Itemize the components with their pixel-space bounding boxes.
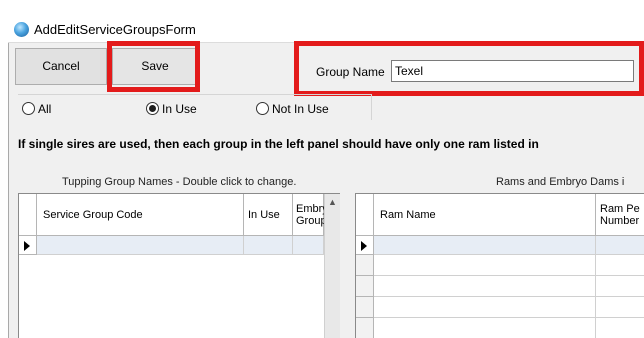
table-row[interactable] — [356, 318, 644, 338]
scroll-up-icon[interactable]: ▲ — [328, 198, 337, 207]
group-name-highlight-box — [294, 41, 644, 96]
radio-not-in-use-circle[interactable] — [256, 102, 269, 115]
radio-not-in-use[interactable]: Not In Use — [256, 102, 329, 117]
new-row-code-cell[interactable] — [37, 236, 244, 255]
info-text: If single sires are used, then each grou… — [18, 137, 539, 151]
current-row-arrow-icon — [361, 241, 367, 251]
grid-corner-header — [356, 194, 374, 236]
radio-not-in-use-label: Not In Use — [272, 102, 329, 116]
table-row[interactable] — [356, 276, 644, 297]
row-header-current[interactable] — [356, 236, 374, 255]
row-header[interactable] — [356, 255, 374, 276]
rams-and-dams-grid[interactable]: Ram Name Ram Pe Number — [355, 193, 644, 338]
new-row-in-use-cell[interactable] — [244, 236, 293, 255]
right-panel-caption: Rams and Embryo Dams i — [496, 176, 625, 188]
new-row-embryo-cell[interactable] — [293, 236, 324, 255]
ram-number-cell[interactable] — [596, 318, 644, 338]
ram-number-cell[interactable] — [596, 276, 644, 297]
radio-in-use-circle[interactable] — [146, 102, 159, 115]
column-header-ram-name[interactable]: Ram Name — [374, 194, 596, 236]
column-header-in-use[interactable]: In Use — [244, 194, 293, 236]
left-panel-caption: Tupping Group Names - Double click to ch… — [62, 176, 297, 188]
grid-corner-header — [19, 194, 37, 236]
ram-name-cell[interactable] — [374, 297, 596, 318]
window-title: AddEditServiceGroupsForm — [34, 22, 196, 37]
new-row-ram-name-cell[interactable] — [374, 236, 596, 255]
radio-all-circle[interactable] — [22, 102, 35, 115]
ram-number-cell[interactable] — [596, 255, 644, 276]
radio-all-label: All — [38, 102, 52, 116]
tupping-groups-grid[interactable]: Service Group Code In Use Embryo Group ▲ — [18, 193, 340, 338]
table-row[interactable] — [356, 255, 644, 276]
column-header-service-group-code[interactable]: Service Group Code — [37, 194, 244, 236]
column-header-ram-pe-number[interactable]: Ram Pe Number — [596, 194, 644, 236]
row-header[interactable] — [356, 318, 374, 338]
ram-number-cell[interactable] — [596, 297, 644, 318]
row-header[interactable] — [356, 276, 374, 297]
row-header-current[interactable] — [19, 236, 37, 255]
app-globe-icon — [14, 22, 29, 37]
radio-all[interactable]: All — [22, 102, 51, 117]
ram-name-cell[interactable] — [374, 255, 596, 276]
radio-in-use-label: In Use — [162, 102, 197, 116]
radio-in-use[interactable]: In Use — [146, 102, 197, 117]
current-row-arrow-icon — [24, 241, 30, 251]
save-highlight-box — [107, 41, 200, 92]
ram-name-cell[interactable] — [374, 276, 596, 297]
row-header[interactable] — [356, 297, 374, 318]
left-grid-scrollbar[interactable]: ▲ — [324, 194, 340, 338]
table-row[interactable] — [356, 297, 644, 318]
ram-name-cell[interactable] — [374, 318, 596, 338]
column-header-embryo-group[interactable]: Embryo Group — [293, 194, 334, 236]
cancel-button[interactable]: Cancel — [15, 48, 107, 85]
new-row-ram-number-cell[interactable] — [596, 236, 644, 255]
